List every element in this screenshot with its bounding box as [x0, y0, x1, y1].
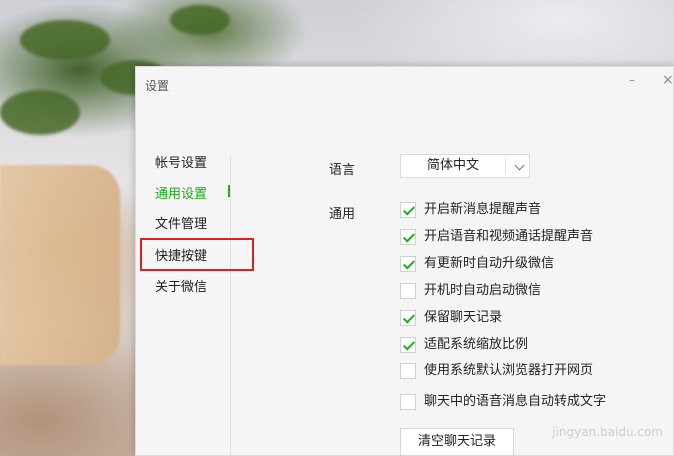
language-label: 语言 — [329, 163, 356, 178]
background-leaf — [0, 90, 80, 135]
checkbox[interactable] — [400, 310, 416, 326]
close-icon[interactable]: × — [662, 72, 674, 88]
checkbox[interactable] — [400, 337, 416, 353]
background-leaf — [170, 5, 230, 35]
option-label: 适配系统缩放比例 — [424, 337, 529, 352]
checkmark-icon — [402, 230, 416, 243]
option-label: 聊天中的语音消息自动转成文字 — [424, 394, 607, 409]
option-label: 开机时自动启动微信 — [424, 283, 542, 298]
checkbox[interactable] — [400, 283, 416, 299]
sidebar-item-account[interactable]: 帐号设置 — [155, 152, 207, 171]
option-label: 开启新消息提醒声音 — [424, 202, 542, 217]
checkbox[interactable] — [400, 202, 416, 218]
sidebar-item-general[interactable]: 通用设置 — [155, 183, 207, 202]
checkmark-icon — [402, 338, 416, 351]
highlight-annotation — [140, 238, 254, 271]
sidebar-divider — [230, 155, 231, 456]
checkbox[interactable] — [400, 229, 416, 245]
checkmark-icon — [402, 257, 416, 270]
checkbox[interactable] — [400, 394, 416, 410]
watermark: jingyan.baidu.com — [552, 425, 663, 439]
background-flowerpot — [0, 165, 120, 365]
option-label: 使用系统默认浏览器打开网页 — [424, 363, 594, 378]
select-divider — [505, 158, 506, 174]
option-label: 开启语音和视频通话提醒声音 — [424, 229, 594, 244]
checkbox[interactable] — [400, 363, 416, 379]
sidebar-item-about[interactable]: 关于微信 — [155, 276, 207, 295]
checkbox[interactable] — [400, 256, 416, 272]
chevron-down-icon[interactable] — [514, 160, 525, 171]
sidebar-item-files[interactable]: 文件管理 — [155, 213, 207, 232]
option-label: 有更新时自动升级微信 — [424, 256, 555, 271]
checkmark-icon — [402, 311, 416, 324]
option-label: 保留聊天记录 — [424, 310, 503, 325]
settings-window: 设置 – × 帐号设置 通用设置 文件管理 快捷按键 关于微信 语言 简体中文 … — [135, 66, 674, 456]
general-label: 通用 — [329, 207, 356, 222]
language-select-value: 简体中文 — [426, 158, 479, 173]
minimize-icon[interactable]: – — [629, 73, 635, 87]
checkmark-icon — [402, 203, 416, 216]
language-select[interactable]: 简体中文 — [400, 154, 530, 178]
title-bar[interactable]: 设置 – × — [136, 67, 674, 103]
background-leaf — [20, 20, 110, 60]
window-title: 设置 — [145, 79, 170, 93]
clear-history-button[interactable]: 清空聊天记录 — [400, 428, 514, 456]
